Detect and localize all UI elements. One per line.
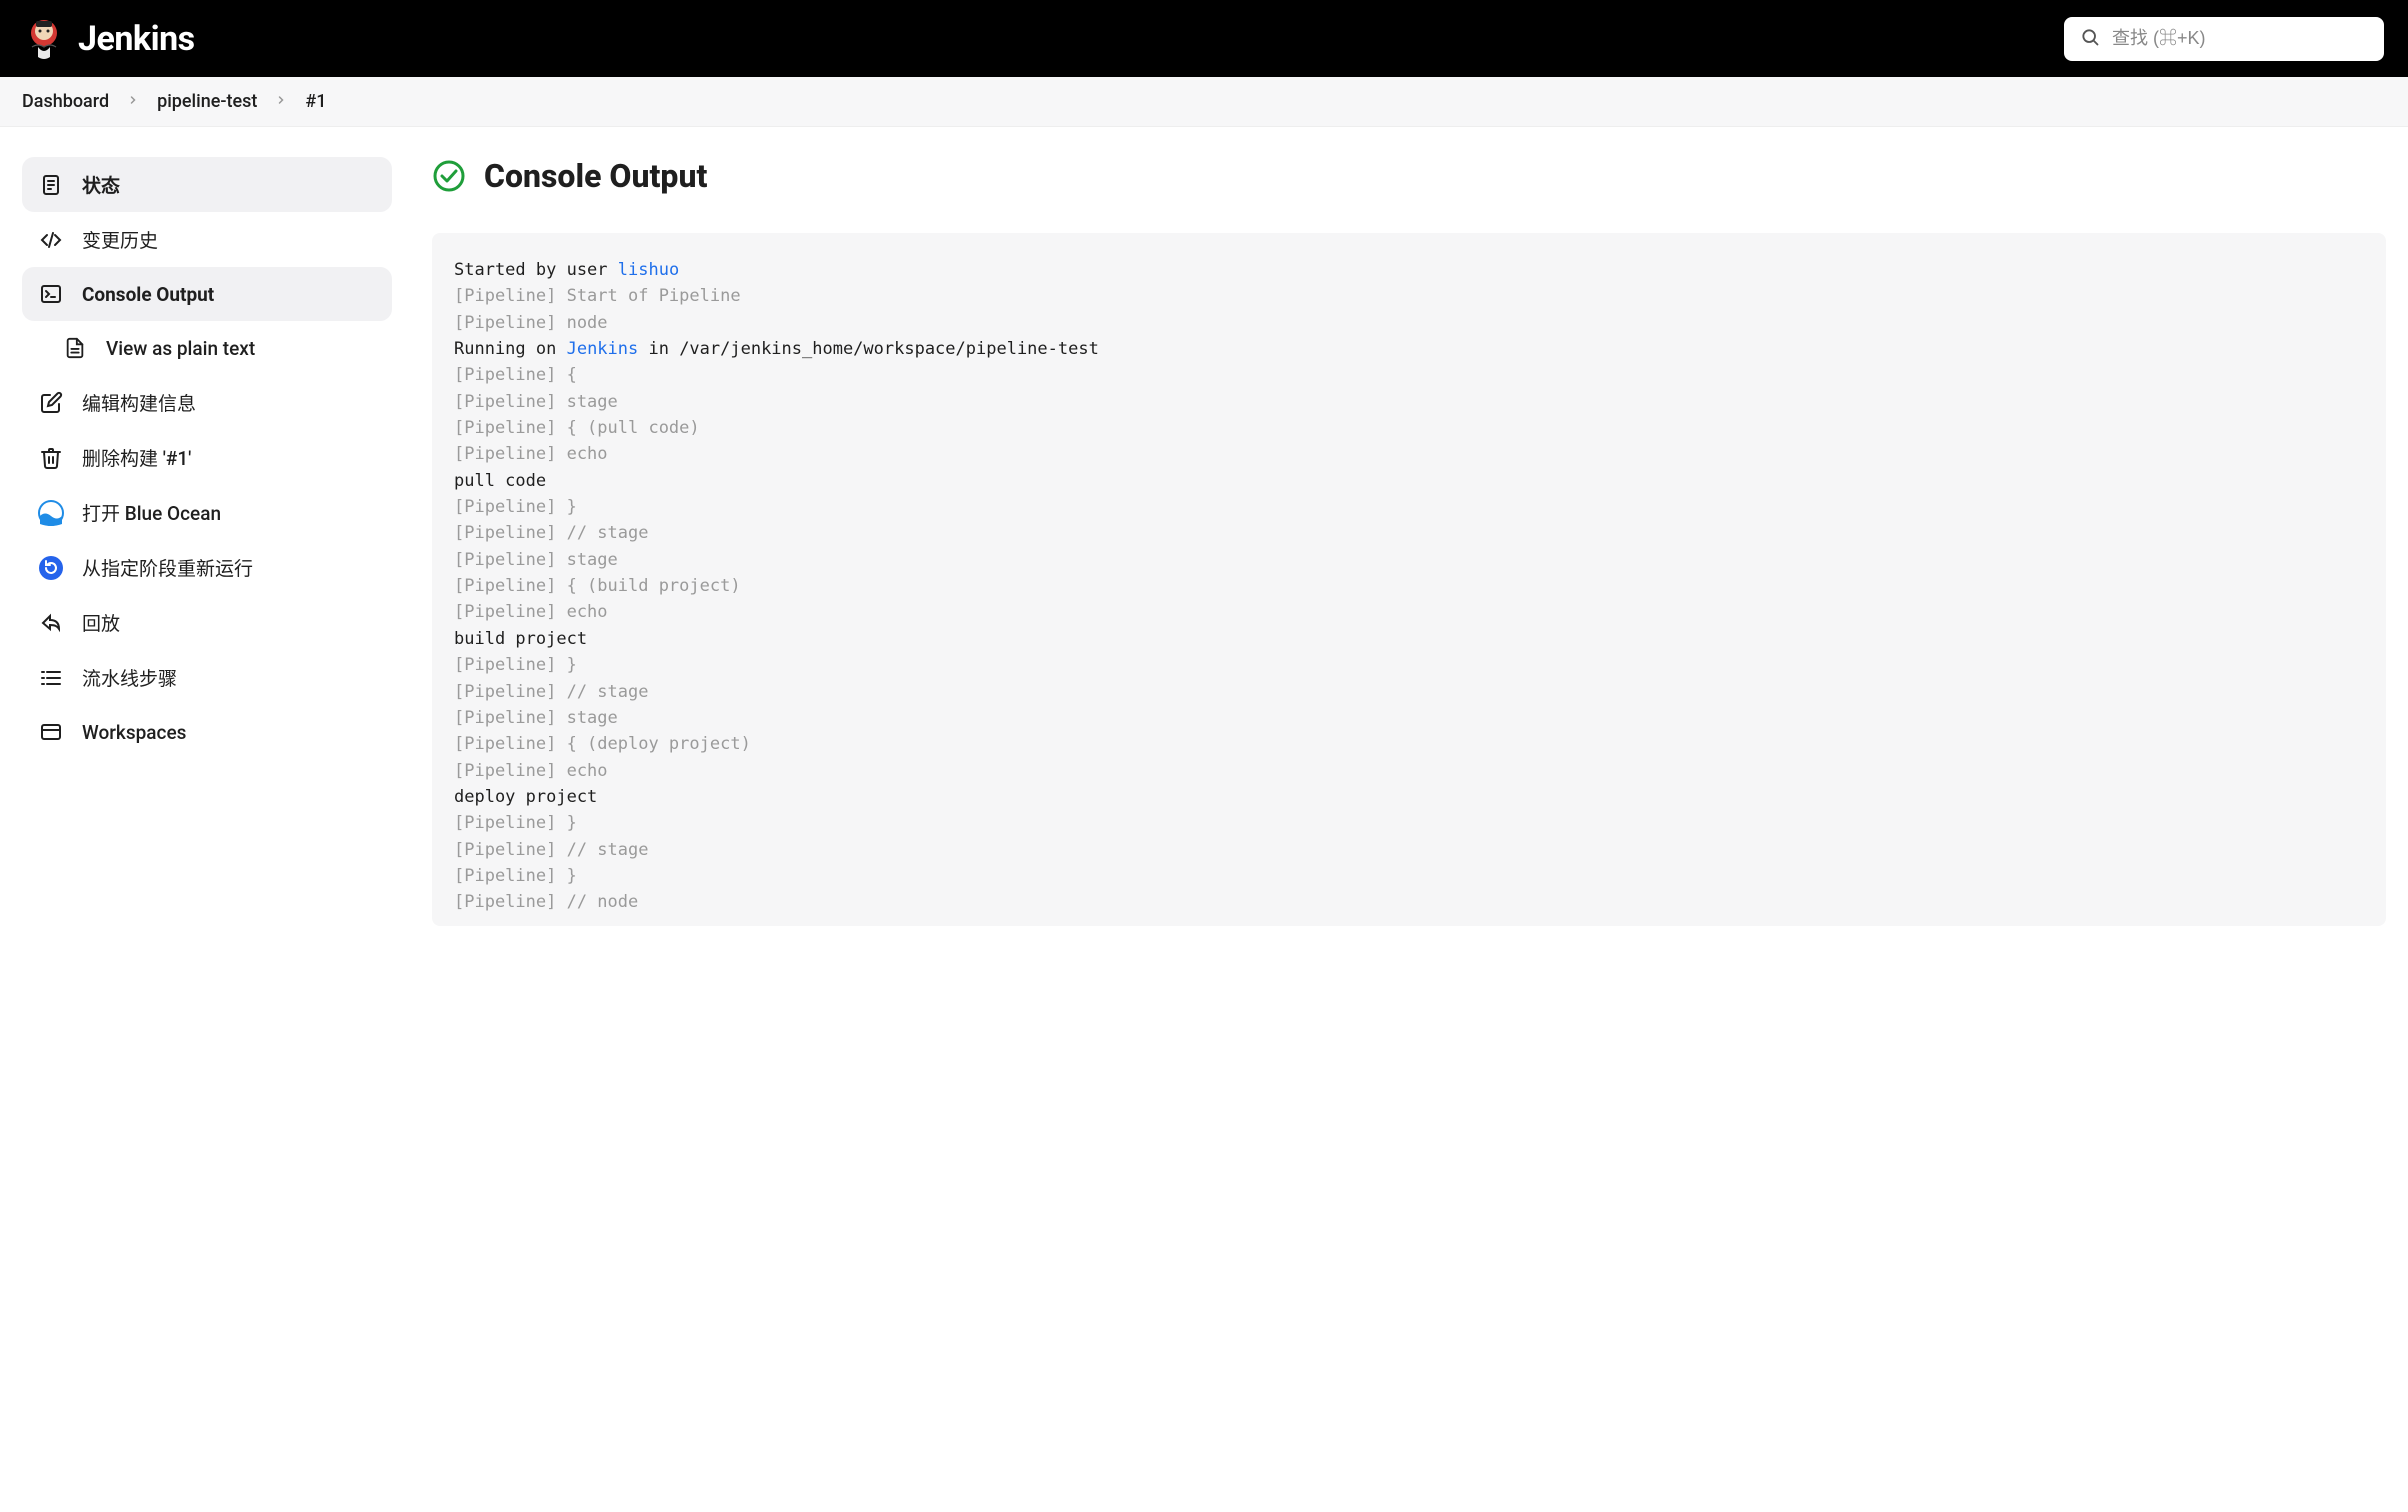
brand[interactable]: Jenkins (24, 17, 195, 61)
sidebar-item-label: Workspaces (82, 721, 186, 744)
sidebar-item-edit-build-info[interactable]: 编辑构建信息 (22, 375, 392, 430)
blue-ocean-icon (38, 500, 64, 526)
console-line: [Pipeline] { (build project) (454, 573, 2364, 599)
breadcrumb: Dashboard pipeline-test #1 (0, 77, 2408, 127)
console-line: [Pipeline] stage (454, 547, 2364, 573)
console-line: build project (454, 626, 2364, 652)
console-line: [Pipeline] stage (454, 705, 2364, 731)
sidebar-item-console-output[interactable]: Console Output (22, 267, 392, 321)
sidebar: 状态 变更历史 Console Output (22, 157, 392, 926)
console-text: in /var/jenkins_home/workspace/pipeline-… (638, 339, 1099, 359)
breadcrumb-item[interactable]: #1 (305, 91, 326, 112)
console-output: Started by user lishuo[Pipeline] Start o… (432, 233, 2386, 926)
console-line: [Pipeline] echo (454, 599, 2364, 625)
sidebar-item-label: 编辑构建信息 (82, 389, 196, 416)
code-icon (38, 227, 64, 253)
folder-icon (38, 719, 64, 745)
sidebar-item-restart-from-stage[interactable]: 从指定阶段重新运行 (22, 540, 392, 595)
edit-icon (38, 390, 64, 416)
console-line: [Pipeline] } (454, 863, 2364, 889)
main-content: Console Output Started by user lishuo[Pi… (432, 157, 2386, 926)
breadcrumb-item[interactable]: pipeline-test (157, 91, 257, 112)
chevron-right-icon (127, 94, 139, 110)
console-line: Started by user lishuo (454, 257, 2364, 283)
sidebar-item-label: 回放 (82, 609, 120, 636)
console-line: [Pipeline] // stage (454, 837, 2364, 863)
sidebar-item-label: 状态 (82, 171, 120, 198)
terminal-icon (38, 281, 64, 307)
sidebar-item-label: 流水线步骤 (82, 664, 177, 691)
console-line: deploy project (454, 784, 2364, 810)
search-box[interactable] (2064, 17, 2384, 61)
search-icon (2080, 27, 2100, 51)
page-title: Console Output (484, 157, 707, 195)
success-check-icon (432, 159, 466, 193)
sidebar-item-status[interactable]: 状态 (22, 157, 392, 212)
restart-icon (38, 555, 64, 581)
jenkins-logo-icon (24, 17, 64, 61)
console-line: [Pipeline] echo (454, 758, 2364, 784)
console-line: [Pipeline] // stage (454, 679, 2364, 705)
console-line: [Pipeline] stage (454, 389, 2364, 415)
sidebar-item-blue-ocean[interactable]: 打开 Blue Ocean (22, 485, 392, 540)
page-layout: 状态 变更历史 Console Output (0, 127, 2408, 926)
console-line: Running on Jenkins in /var/jenkins_home/… (454, 336, 2364, 362)
sidebar-item-label: 打开 Blue Ocean (82, 499, 221, 526)
console-line: [Pipeline] node (454, 310, 2364, 336)
search-input[interactable] (2112, 28, 2368, 49)
app-header: Jenkins (0, 0, 2408, 77)
steps-icon (38, 665, 64, 691)
page-header: Console Output (432, 157, 2386, 195)
sidebar-item-label: 从指定阶段重新运行 (82, 554, 253, 581)
sidebar-item-view-plain-text[interactable]: View as plain text (22, 321, 392, 375)
sidebar-item-label: 变更历史 (82, 226, 158, 253)
sidebar-item-replay[interactable]: 回放 (22, 595, 392, 650)
console-line: [Pipeline] Start of Pipeline (454, 283, 2364, 309)
console-line: [Pipeline] { (454, 362, 2364, 388)
console-line: [Pipeline] echo (454, 441, 2364, 467)
sidebar-item-delete-build[interactable]: 删除构建 '#1' (22, 430, 392, 485)
console-line: [Pipeline] } (454, 810, 2364, 836)
sidebar-item-label: 删除构建 '#1' (82, 444, 191, 471)
console-line: [Pipeline] } (454, 652, 2364, 678)
console-link[interactable]: Jenkins (567, 339, 639, 359)
chevron-right-icon (275, 94, 287, 110)
sidebar-item-label: Console Output (82, 283, 214, 306)
sidebar-item-label: View as plain text (106, 337, 255, 360)
console-line: pull code (454, 468, 2364, 494)
replay-icon (38, 610, 64, 636)
sidebar-item-workspaces[interactable]: Workspaces (22, 705, 392, 759)
console-line: [Pipeline] { (deploy project) (454, 731, 2364, 757)
console-link[interactable]: lishuo (618, 260, 679, 280)
sidebar-item-changes[interactable]: 变更历史 (22, 212, 392, 267)
console-line: [Pipeline] } (454, 494, 2364, 520)
trash-icon (38, 445, 64, 471)
console-line: [Pipeline] { (pull code) (454, 415, 2364, 441)
console-line: [Pipeline] // node (454, 889, 2364, 915)
console-text: Started by user (454, 260, 618, 280)
file-icon (62, 335, 88, 361)
console-text: Running on (454, 339, 567, 359)
brand-title: Jenkins (78, 19, 195, 59)
document-icon (38, 172, 64, 198)
sidebar-item-pipeline-steps[interactable]: 流水线步骤 (22, 650, 392, 705)
breadcrumb-item[interactable]: Dashboard (22, 91, 109, 112)
console-line: [Pipeline] // stage (454, 520, 2364, 546)
